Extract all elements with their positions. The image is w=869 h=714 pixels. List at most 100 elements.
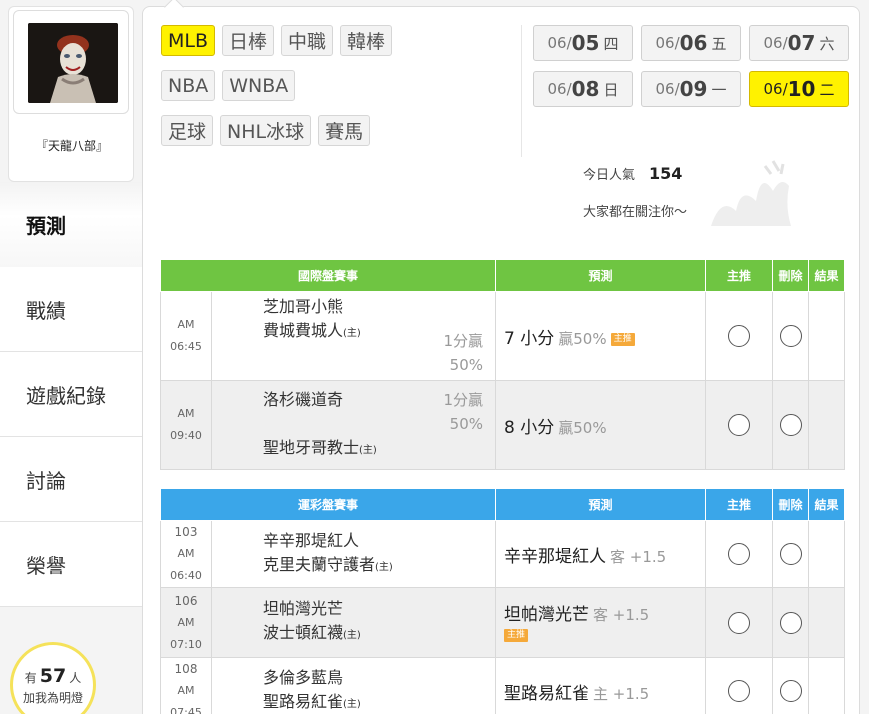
pick: 坦帕灣光芒 [504, 605, 590, 625]
home-mark: (主) [343, 630, 361, 641]
pick: 聖路易紅雀 [504, 683, 590, 704]
main-pick-badge: 主推 [504, 629, 529, 642]
nav-item-discussion[interactable]: 討論 [0, 437, 142, 522]
home-team: 費城費城人 [263, 321, 344, 340]
tag-nhl[interactable]: NHL冰球 [220, 115, 312, 146]
odds-line: 1分贏 [443, 332, 484, 350]
sidebar: 『天龍八部』 預測 戰績 遊戲紀錄 討論 榮譽 有 57 人 加我為明燈 [0, 0, 142, 714]
follow-cta: 加我為明燈 [22, 691, 83, 705]
main-pick-radio[interactable] [728, 543, 751, 565]
game-time: AM 06:45 [160, 291, 212, 381]
odds-pct: 50% [449, 414, 484, 433]
tag-mlb[interactable]: MLB [161, 25, 216, 56]
popularity-box: 今日人氣 154 大家都在關注你〜 [583, 160, 853, 226]
main-pick-radio[interactable] [728, 611, 751, 634]
avatar[interactable] [28, 23, 118, 103]
away-team: 洛杉磯道奇 [263, 389, 344, 409]
main-pick-radio[interactable] [728, 325, 751, 347]
intl-header-event: 國際盤賽事 [159, 259, 497, 292]
intl-header-delete: 刪除 [772, 259, 810, 292]
date-0609[interactable]: 06/09 一 [641, 71, 741, 107]
table-row: 103 AM 06:40 辛辛那堤紅人 克里夫蘭守護者(主) 辛辛那堤紅人客 +1… [160, 520, 846, 588]
intl-header-main: 主推 [705, 259, 774, 292]
game-teams: 芝加哥小熊 費城費城人(主) 1分贏 50% [210, 291, 497, 381]
avatar-image [28, 23, 118, 103]
game-clock: AM 07:10 [170, 615, 202, 651]
away-team: 坦帕灣光芒 [263, 599, 344, 618]
game-number: 108 [174, 662, 198, 676]
game-clock: AM 07:45 [170, 684, 202, 714]
away-team: 芝加哥小熊 [263, 297, 344, 316]
prediction-cell: 辛辛那堤紅人客 +1.5 [495, 520, 707, 588]
delete-radio[interactable] [779, 543, 802, 565]
prediction-cell: 聖路易紅雀主 +1.5 [495, 657, 707, 714]
tag-cpbl[interactable]: 中職 [281, 25, 334, 56]
profile-name: 『天龍八部』 [35, 139, 108, 153]
nav-item-game-history[interactable]: 遊戲紀錄 [0, 352, 142, 437]
table-row: 106 AM 07:10 坦帕灣光芒 波士頓紅襪(主) 坦帕灣光芒客 +1.5 主… [160, 587, 846, 658]
game-teams: 坦帕灣光芒 波士頓紅襪(主) [210, 587, 497, 658]
pick-sub: 客 +1.5 [593, 606, 650, 624]
divider [521, 25, 522, 157]
delete-radio[interactable] [779, 680, 802, 702]
pick-sub: 客 +1.5 [610, 547, 667, 566]
game-time: 103 AM 06:40 [160, 520, 212, 588]
pick-sub: 贏50% [558, 418, 607, 437]
tag-kbo[interactable]: 韓棒 [340, 25, 393, 56]
date-picker: 06/05 四 06/06 五 06/07 六 06/08 日 06/09 一 06/10… [533, 25, 853, 107]
nav-item-record[interactable]: 戰績 [0, 267, 142, 352]
follow-lamp-badge[interactable]: 有 57 人 加我為明燈 [10, 642, 96, 714]
date-0608[interactable]: 06/08 日 [533, 71, 633, 107]
result-cell [808, 657, 846, 714]
league-tags: MLB 日棒 中職 韓棒 NBA WNBA 足球 NHL冰球 賽馬 [161, 25, 521, 160]
tag-wnba[interactable]: WNBA [222, 70, 296, 101]
date-0606[interactable]: 06/06 五 [641, 25, 741, 61]
popularity-value: 154 [649, 164, 683, 183]
date-0610[interactable]: 06/10 二 [749, 71, 849, 107]
delete-radio[interactable] [779, 611, 802, 634]
result-cell [808, 380, 846, 470]
profile-card: 『天龍八部』 [8, 6, 134, 182]
home-mark: (主) [343, 328, 361, 339]
home-mark: (主) [375, 561, 393, 573]
game-time: 106 AM 07:10 [160, 587, 212, 658]
home-team: 克里夫蘭守護者 [263, 554, 376, 574]
main-pick-radio[interactable] [728, 414, 751, 436]
lottery-header-main: 主推 [705, 488, 774, 521]
tag-nba[interactable]: NBA [161, 70, 216, 101]
lottery-header-prediction: 預測 [495, 488, 707, 521]
table-row: AM 06:45 芝加哥小熊 費城費城人(主) 1分贏 50% 7 小分 贏50… [160, 291, 846, 381]
tag-soccer[interactable]: 足球 [161, 115, 214, 146]
fans-unit: 人 [69, 671, 82, 685]
pick: 辛辛那堤紅人 [504, 546, 607, 567]
main-pick-radio[interactable] [728, 680, 751, 702]
game-number: 106 [174, 593, 198, 608]
lottery-header-event: 運彩盤賽事 [159, 488, 497, 521]
result-cell [808, 520, 846, 588]
game-time: AM 09:40 [160, 380, 212, 470]
nav-item-honors[interactable]: 榮譽 [0, 522, 142, 607]
home-team: 聖路易紅雀 [263, 691, 344, 711]
home-team: 波士頓紅襪 [263, 623, 344, 642]
pick-sub: 主 +1.5 [593, 684, 650, 703]
delete-radio[interactable] [779, 325, 802, 347]
game-time: 108 AM 07:45 [160, 657, 212, 714]
home-mark: (主) [343, 698, 361, 710]
nav-item-prediction[interactable]: 預測 [0, 182, 142, 267]
tag-horse-racing[interactable]: 賽馬 [318, 115, 371, 146]
fans-count: 57 [39, 665, 67, 687]
odds-pct: 50% [449, 356, 484, 374]
intl-header-result: 結果 [808, 259, 846, 292]
intl-header-prediction: 預測 [495, 259, 707, 292]
delete-radio[interactable] [779, 414, 802, 436]
intl-prediction-table: 國際盤賽事 預測 主推 刪除 結果 AM 06:45 芝加哥小熊 費城費城人(主… [159, 259, 846, 470]
lottery-header-delete: 刪除 [772, 488, 810, 521]
date-0605[interactable]: 06/05 四 [533, 25, 633, 61]
home-team: 聖地牙哥教士 [263, 437, 360, 457]
game-teams: 洛杉磯道奇 聖地牙哥教士(主) 1分贏 50% [210, 380, 497, 470]
main-pick-badge: 主推 [610, 332, 635, 346]
panel-notch [164, 0, 184, 17]
prediction-cell: 8 小分 贏50% [495, 380, 707, 470]
tag-npb[interactable]: 日棒 [222, 25, 275, 56]
date-0607[interactable]: 06/07 六 [749, 25, 849, 61]
